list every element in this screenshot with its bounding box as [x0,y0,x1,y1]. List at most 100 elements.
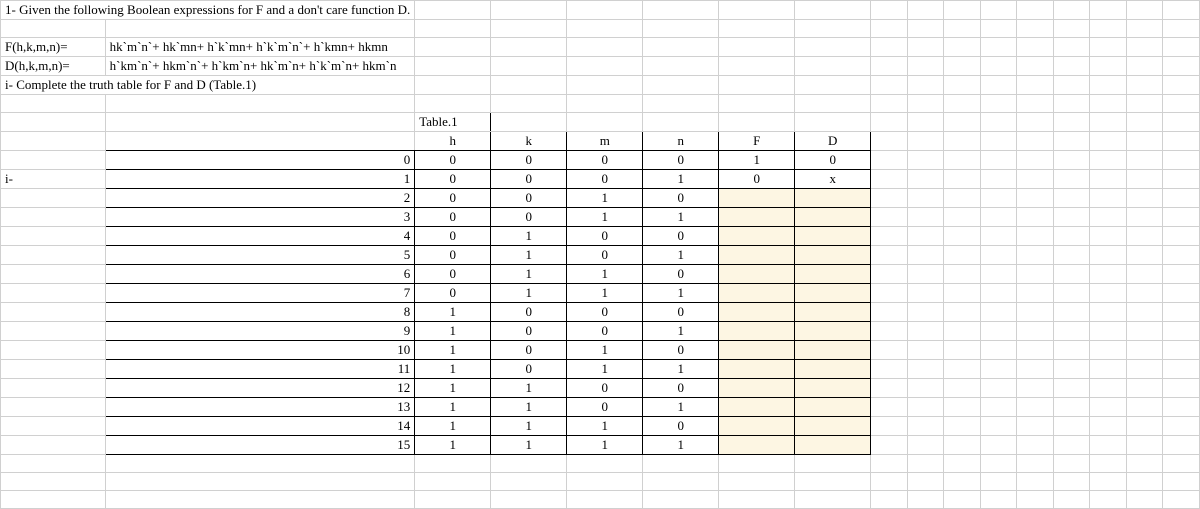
cell-D[interactable] [795,189,871,208]
row-label-i: i- [1,170,106,189]
cell-n: 1 [643,360,719,379]
cell-D[interactable] [795,265,871,284]
cell-D[interactable] [795,322,871,341]
cell-h: 0 [415,284,491,303]
table-row: 14 1 1 1 0 [1,417,1200,436]
cell-F[interactable] [719,265,795,284]
cell-m: 1 [567,341,643,360]
cell-F[interactable] [719,417,795,436]
cell-m: 0 [567,246,643,265]
cell-F[interactable] [719,208,795,227]
idx: 2 [105,189,415,208]
spacer [944,1,981,20]
cell-F[interactable] [719,303,795,322]
spacer [719,1,795,20]
cell-D[interactable] [795,360,871,379]
table-row: 11 1 0 1 1 [1,360,1200,379]
F-expr: hk`m`n`+ hk`mn+ h`k`mn+ h`k`m`n`+ h`kmn+… [110,39,388,54]
cell-m: 1 [567,284,643,303]
cell-D[interactable]: 0 [795,151,871,170]
idx: 6 [105,265,415,284]
cell-D[interactable] [795,208,871,227]
idx: 10 [105,341,415,360]
cell-n: 1 [643,436,719,455]
idx: 14 [105,417,415,436]
hdr-F: F [719,132,795,151]
spacer [871,1,908,20]
spacer [980,1,1017,20]
cell-F[interactable]: 0 [719,170,795,189]
cell-D[interactable] [795,398,871,417]
table-row: 7 0 1 1 1 [1,284,1200,303]
cell-k: 0 [491,170,567,189]
cell-D[interactable] [795,341,871,360]
spacer [907,1,944,20]
cell-F[interactable] [719,189,795,208]
row-empty [1,455,1200,473]
cell-D[interactable] [795,303,871,322]
cell-h: 0 [415,227,491,246]
cell-k: 1 [491,417,567,436]
cell-F[interactable] [719,398,795,417]
idx: 15 [105,436,415,455]
cell-D[interactable]: x [795,170,871,189]
D-expr-cell: h`km`n`+ hkm`n`+ h`km`n+ hk`m`n+ h`k`m`n… [105,57,415,76]
cell-k: 1 [491,436,567,455]
cell-F[interactable] [719,227,795,246]
cell-m: 1 [567,417,643,436]
cell-m: 0 [567,398,643,417]
cell-F[interactable] [719,379,795,398]
cell-F[interactable] [719,246,795,265]
idx: 1 [105,170,415,189]
cell-m: 0 [567,303,643,322]
cell-F[interactable] [719,436,795,455]
idx: 8 [105,303,415,322]
F-label: F(h,k,m,n)= [5,39,68,54]
table-row: 5 0 1 0 1 [1,246,1200,265]
cell-m: 1 [567,208,643,227]
cell-D[interactable] [795,417,871,436]
cell-n: 1 [643,170,719,189]
cell-F[interactable] [719,284,795,303]
row-empty [1,473,1200,491]
row-F-expr: F(h,k,m,n)= hk`m`n`+ hk`mn+ h`k`mn+ h`k`… [1,38,1200,57]
cell-k: 0 [491,341,567,360]
cell-D[interactable] [795,436,871,455]
row-empty [1,95,1200,113]
cell-h: 0 [415,189,491,208]
spacer [1090,1,1127,20]
table-row: i- 1 0 0 0 1 0 x [1,170,1200,189]
cell-h: 1 [415,379,491,398]
cell-F[interactable]: 1 [719,151,795,170]
cell-n: 0 [643,341,719,360]
cell-k: 1 [491,379,567,398]
cell-D[interactable] [795,227,871,246]
hdr-n: n [643,132,719,151]
cell-F[interactable] [719,322,795,341]
idx: 3 [105,208,415,227]
D-label-cell: D(h,k,m,n)= [1,57,106,76]
idx: 5 [105,246,415,265]
spacer [567,1,643,20]
cell-F[interactable] [719,360,795,379]
table-row: 15 1 1 1 1 [1,436,1200,455]
cell-n: 0 [643,303,719,322]
cell-h: 1 [415,341,491,360]
idx: 13 [105,398,415,417]
row-headers: h k m n F D [1,132,1200,151]
cell-n: 1 [643,284,719,303]
row-question: 1- Given the following Boolean expressio… [1,1,1200,20]
cell-D[interactable] [795,284,871,303]
cell-F[interactable] [719,341,795,360]
cell-D[interactable] [795,246,871,265]
cell-n: 0 [643,265,719,284]
cell-k: 0 [491,189,567,208]
cell-k: 1 [491,227,567,246]
cell-k: 1 [491,246,567,265]
cell-k: 1 [491,284,567,303]
cell-n: 1 [643,398,719,417]
spreadsheet-area: 1- Given the following Boolean expressio… [0,0,1200,504]
cell-h: 0 [415,170,491,189]
table-row: 4 0 1 0 0 [1,227,1200,246]
cell-D[interactable] [795,379,871,398]
